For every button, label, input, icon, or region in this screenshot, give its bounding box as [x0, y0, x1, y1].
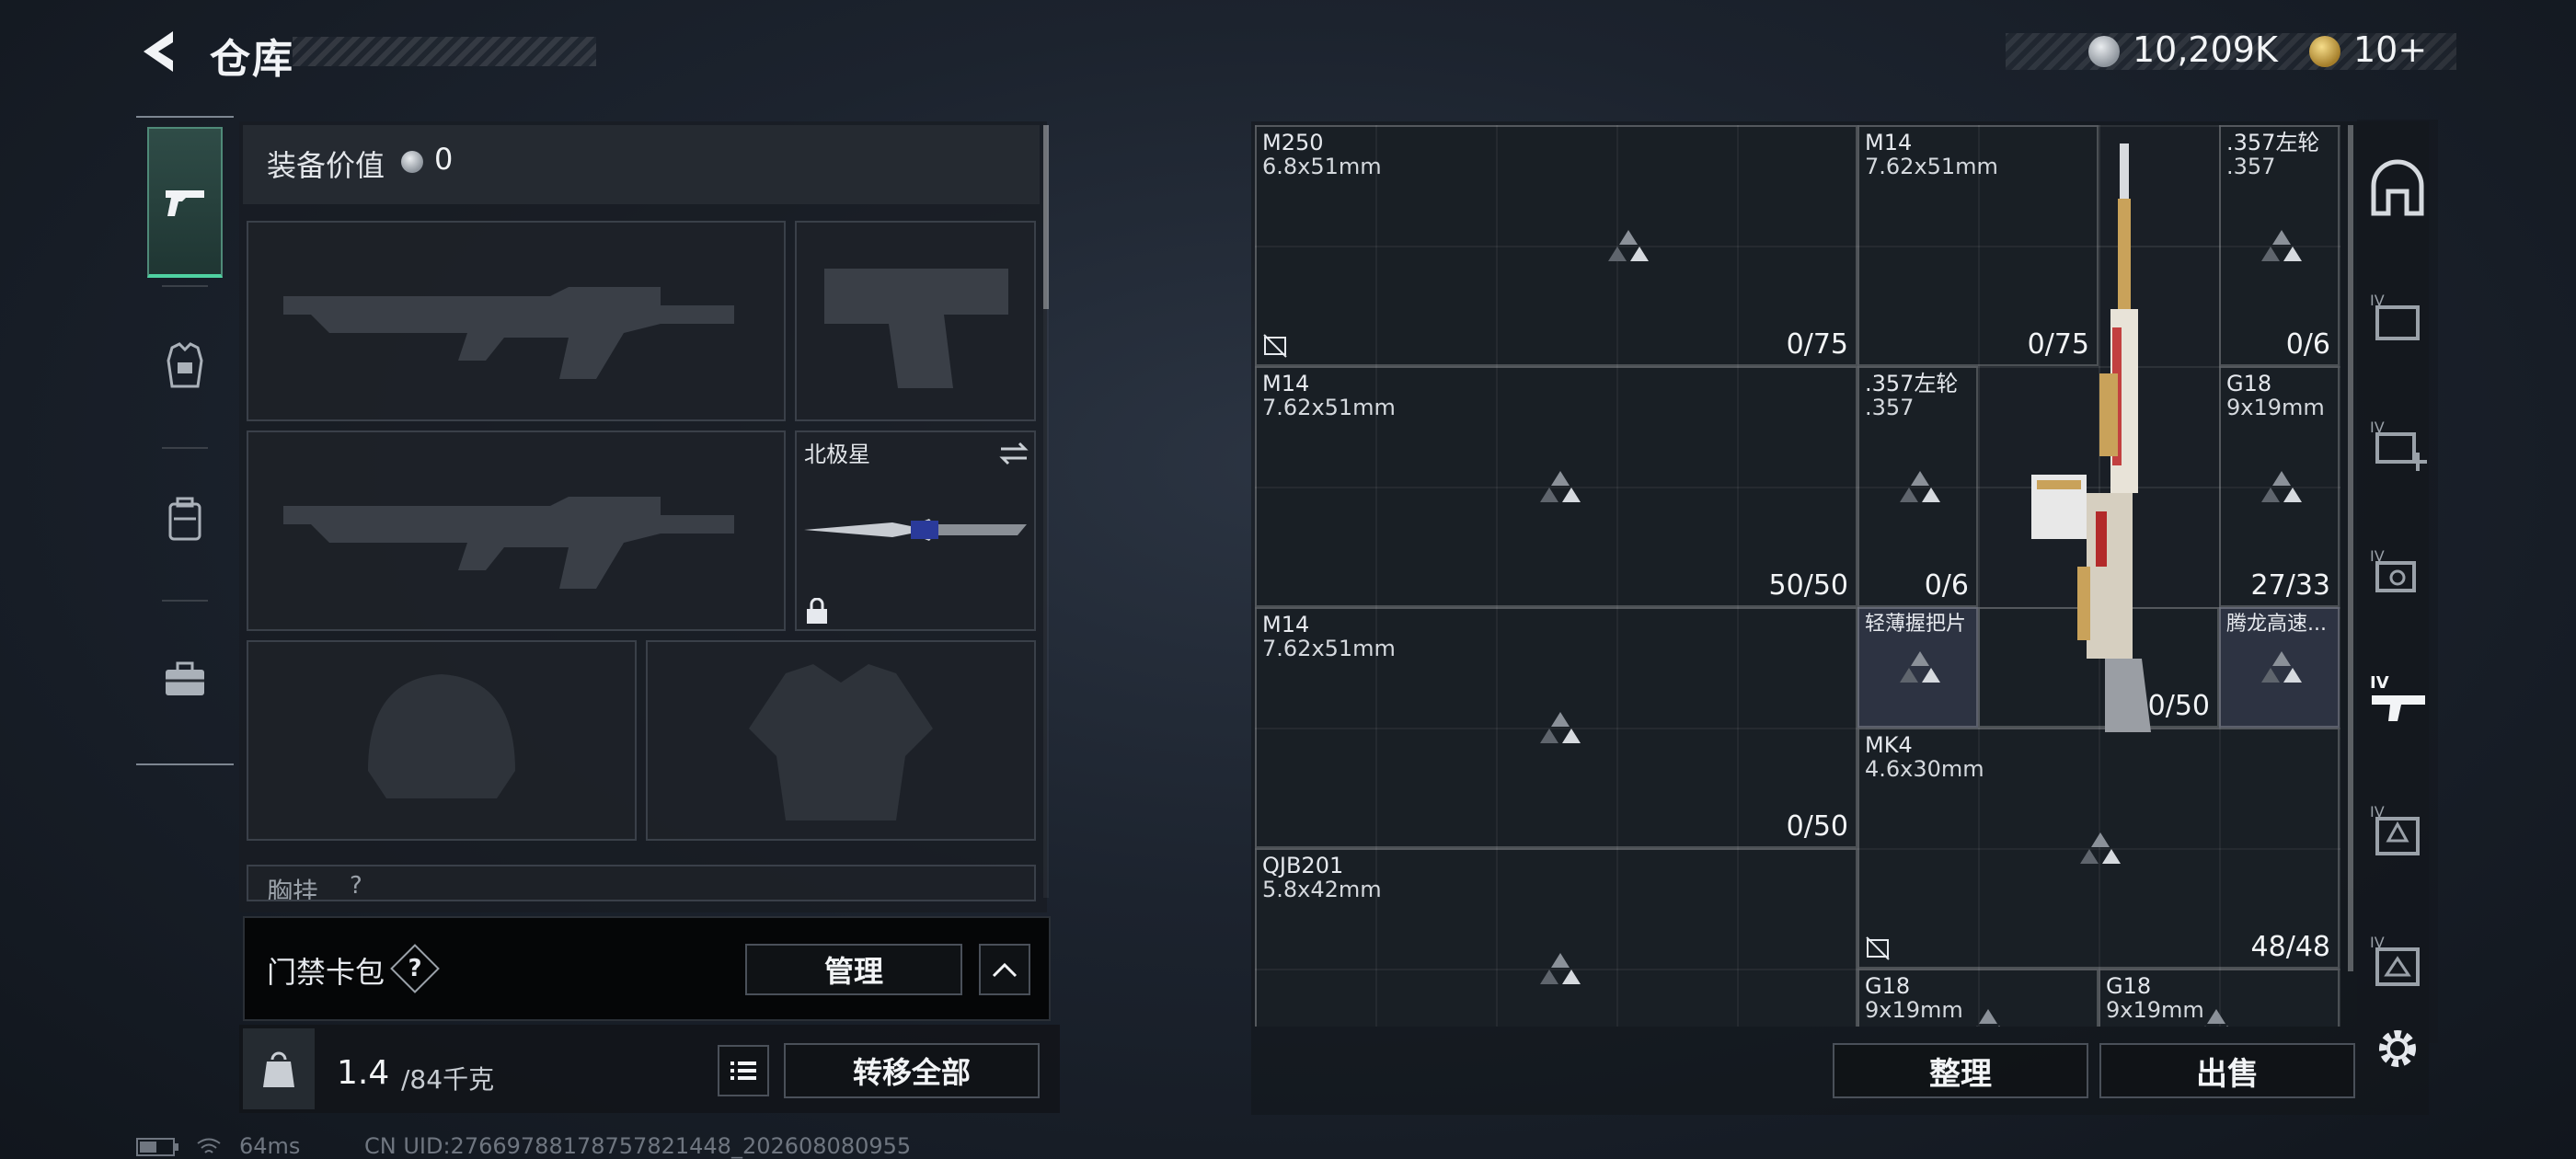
title-decoration: [293, 37, 596, 66]
placeholder-icon: [1540, 471, 1581, 502]
knife-name: 北极星: [804, 442, 870, 467]
briefcase-icon: [166, 661, 204, 695]
storage-tab-iv-weapons-icon[interactable]: IV: [2364, 668, 2431, 734]
storage-item[interactable]: G18 9x19mm: [1857, 969, 2099, 1027]
placeholder-icon: [1900, 471, 1940, 502]
sort-button[interactable]: 整理: [1833, 1043, 2088, 1098]
category-tab-case[interactable]: [147, 603, 223, 754]
backpack-icon: [168, 497, 201, 541]
placeholder-icon: [2261, 471, 2302, 502]
secondary-weapon-slot[interactable]: [247, 430, 786, 631]
placeholder-icon: [1900, 651, 1940, 683]
storage-tab-iv-2-icon[interactable]: IV: [2364, 412, 2431, 478]
storage-item[interactable]: 轻薄握把片: [1857, 607, 1978, 728]
pistol-icon: [166, 190, 204, 216]
expand-button[interactable]: [979, 944, 1030, 995]
storage-tab-iv-5-icon[interactable]: IV: [2364, 927, 2431, 993]
knife-icon: [804, 519, 1027, 541]
placeholder-icon: [1608, 230, 1649, 261]
wifi-icon: [197, 1138, 221, 1153]
placeholder-icon: [1540, 712, 1581, 743]
sidearm-slot[interactable]: [795, 221, 1036, 421]
sell-button[interactable]: 出售: [2099, 1043, 2355, 1098]
uid-text: CN UID:27669788178757821448_202608080955: [364, 1133, 912, 1159]
storage-tab-all-icon[interactable]: [2364, 158, 2431, 224]
storage-item[interactable]: .357左轮 .357 0/6: [2219, 125, 2340, 366]
helmet-silhouette-icon: [368, 674, 515, 798]
silver-coin-icon: [401, 151, 423, 173]
storage-item[interactable]: G18 9x19mm: [2099, 969, 2340, 1027]
placeholder-icon: [2080, 832, 2121, 864]
no-sale-icon: [1866, 936, 1890, 960]
placeholder-icon: [2261, 230, 2302, 261]
gold-currency-amount: 10+: [2353, 29, 2428, 70]
list-view-button[interactable]: [718, 1045, 769, 1096]
placeholder-icon: [2261, 651, 2302, 683]
storage-scrollbar-thumb[interactable]: [2348, 125, 2353, 971]
help-icon-label[interactable]: ?: [397, 951, 432, 986]
equipment-value: 0: [434, 142, 454, 177]
svg-text:IV: IV: [2370, 673, 2389, 693]
body-armor-silhouette-icon: [749, 664, 933, 820]
storage-item[interactable]: .357左轮 .357 0/6: [1857, 366, 1978, 607]
storage-item[interactable]: M14 7.62x51mm 50/50: [1255, 366, 1857, 607]
silver-coin-icon: [2088, 36, 2120, 67]
weight-icon-box: [243, 1028, 315, 1109]
storage-item[interactable]: QJB201 5.8x42mm: [1255, 848, 1857, 1027]
category-tab-backpack[interactable]: [147, 443, 223, 594]
category-divider: [162, 285, 208, 287]
category-tab-armor[interactable]: [147, 291, 223, 442]
weight-max: /84千克: [401, 1064, 495, 1095]
weight-current: 1.4: [337, 1054, 390, 1092]
category-tab-weapons[interactable]: [147, 127, 223, 278]
list-icon: [730, 1061, 756, 1080]
storage-item[interactable]: M14 7.62x51mm 0/50: [1255, 607, 1857, 848]
battery-icon: [136, 1138, 178, 1156]
transfer-all-button[interactable]: 转移全部: [784, 1043, 1040, 1098]
back-arrow-icon[interactable]: [136, 28, 182, 75]
silver-currency-amount: 10,209K: [2133, 29, 2278, 70]
manage-button[interactable]: 管理: [745, 944, 962, 995]
storage-item[interactable]: MK4 4.6x30mm 48/48: [1857, 728, 2340, 969]
storage-tab-iv-1-icon[interactable]: IV: [2364, 285, 2431, 351]
ping-text: 64ms: [239, 1133, 301, 1159]
chest-rig-help: ?: [350, 872, 362, 900]
gold-coin-icon: [2309, 36, 2340, 67]
page-title: 仓库: [210, 36, 294, 83]
category-divider: [162, 600, 208, 602]
melee-slot[interactable]: 北极星: [795, 430, 1036, 631]
storage-tab-iv-4-icon[interactable]: IV: [2364, 797, 2431, 863]
equipment-scrollbar-thumb[interactable]: [1043, 125, 1049, 309]
storage-tab-iv-3-icon[interactable]: IV: [2364, 541, 2431, 607]
storage-item[interactable]: 腾龙高速...: [2219, 607, 2340, 728]
equipment-value-label: 装备价值: [267, 148, 385, 183]
chest-rig-slot[interactable]: 胸挂 ?: [247, 865, 1036, 901]
m14-rifle-icon: [2031, 143, 2151, 732]
storage-item[interactable]: M250 6.8x51mm 0/75: [1255, 125, 1857, 366]
swap-icon[interactable]: [997, 440, 1030, 467]
body-armor-slot[interactable]: [646, 640, 1036, 841]
primary-weapon-slot[interactable]: [247, 221, 786, 421]
weight-icon: [263, 1051, 294, 1087]
storage-item[interactable]: G18 9x19mm 27/33: [2219, 366, 2340, 607]
helmet-slot[interactable]: [247, 640, 637, 841]
lock-icon: [807, 598, 827, 624]
chevron-up-icon: [992, 962, 1018, 978]
no-sale-icon: [1263, 334, 1287, 358]
rifle-silhouette-icon: [283, 287, 734, 379]
keycard-label: 门禁卡包: [267, 955, 385, 990]
armor-vest-icon: [167, 342, 203, 388]
settings-gear-icon[interactable]: [2372, 1023, 2423, 1074]
rifle-silhouette-icon: [283, 497, 734, 589]
placeholder-icon: [1976, 1009, 2000, 1027]
pistol-silhouette-icon: [824, 269, 1008, 388]
placeholder-icon: [1540, 953, 1581, 984]
placeholder-icon: [2204, 1009, 2228, 1027]
chest-rig-label: 胸挂: [267, 877, 319, 901]
